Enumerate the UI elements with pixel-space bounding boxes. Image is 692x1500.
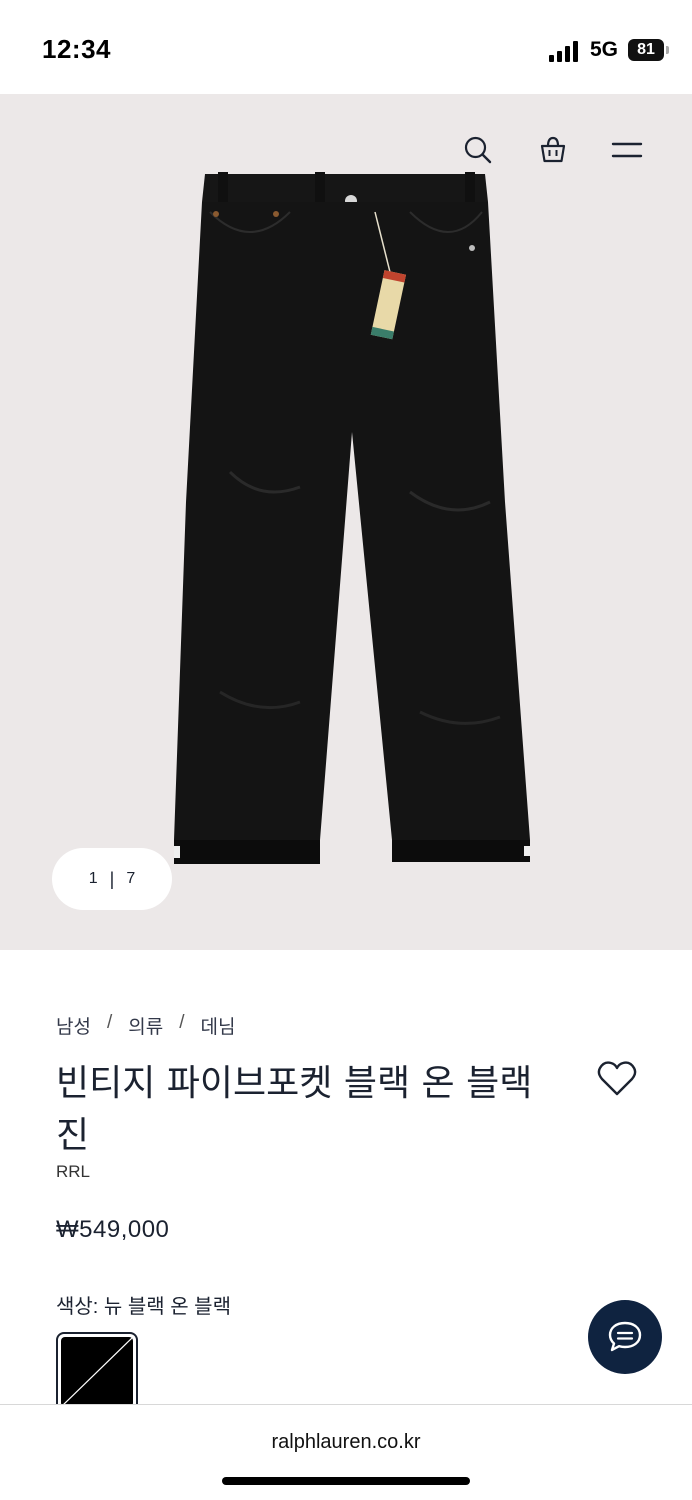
color-swatch-black[interactable] <box>56 1332 138 1412</box>
image-pager[interactable]: 1 | 7 <box>52 848 172 910</box>
search-icon[interactable] <box>458 130 498 170</box>
product-title: 빈티지 파이브포켓 블랙 온 블랙 진 <box>56 1063 533 1156</box>
breadcrumb-separator: / <box>106 1012 113 1033</box>
pager-separator: | <box>109 868 115 889</box>
shopping-bag-icon[interactable] <box>533 130 573 170</box>
breadcrumb-item-clothing[interactable]: 의류 <box>128 1012 163 1039</box>
network-type: 5G <box>590 38 619 61</box>
breadcrumb-separator: / <box>179 1012 185 1033</box>
product-brand: RRL <box>56 1162 91 1181</box>
home-indicator[interactable] <box>222 1477 470 1485</box>
header-icons <box>0 130 692 170</box>
battery-icon: 81 <box>628 39 664 61</box>
status-time: 12:34 <box>42 34 111 64</box>
pager-total: 7 <box>126 870 136 887</box>
wishlist-heart-icon[interactable] <box>596 1058 638 1100</box>
chat-button[interactable] <box>588 1300 662 1374</box>
menu-icon[interactable] <box>607 130 647 170</box>
status-bar: 12:34 5G 81 <box>0 0 692 94</box>
battery-tip <box>666 46 669 54</box>
browser-url[interactable]: ralphlauren.co.kr <box>0 1431 692 1454</box>
breadcrumb-item-denim[interactable]: 데님 <box>201 1012 236 1039</box>
product-photo-jeans <box>160 172 540 872</box>
chat-bubble-icon <box>608 1321 642 1352</box>
swatch-fill <box>61 1337 133 1407</box>
signal-icon <box>549 40 581 62</box>
browser-bottom-bar: ralphlauren.co.kr <box>0 1404 692 1500</box>
breadcrumb: 남성 / 의류 / 데님 <box>56 1012 235 1039</box>
product-price: ₩549,000 <box>56 1216 170 1243</box>
color-label: 색상: 뉴 블랙 온 블랙 <box>56 1296 231 1318</box>
pager-current: 1 <box>88 870 98 887</box>
breadcrumb-item-men[interactable]: 남성 <box>56 1012 91 1039</box>
